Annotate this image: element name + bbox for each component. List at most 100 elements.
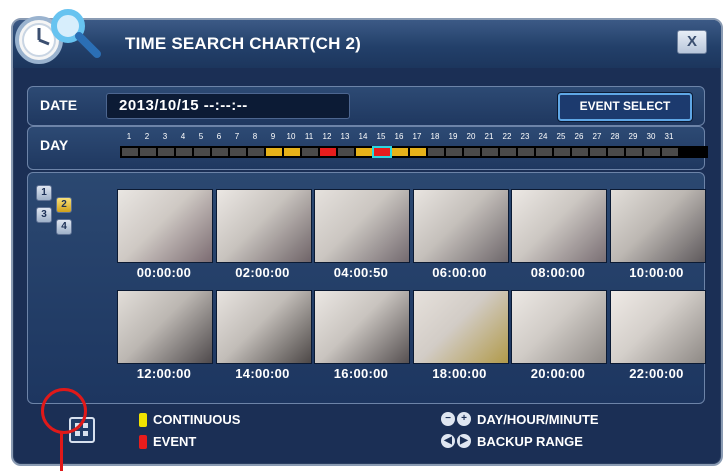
day-number-28: 28 (610, 132, 620, 141)
title-bar: TIME SEARCH CHART(CH 2) X (13, 9, 721, 68)
thumbnail-grid: 00:00:00 02:00:00 04:00:50 06:00:00 08:00:00… (117, 189, 706, 399)
day-cell-3[interactable] (158, 148, 174, 156)
day-cell-19[interactable] (446, 148, 462, 156)
day-number-20: 20 (466, 132, 476, 141)
highlight-annotation-ring (41, 388, 87, 434)
thumbnail-item[interactable]: 16:00:00 (314, 290, 410, 381)
day-cell-29[interactable] (626, 148, 642, 156)
thumbnail-item[interactable]: 04:00:50 (314, 189, 410, 280)
channel-2-button[interactable]: 2 (56, 197, 72, 213)
day-number-1: 1 (126, 132, 132, 141)
day-number-2: 2 (144, 132, 150, 141)
channel-1-button[interactable]: 1 (36, 185, 52, 201)
day-cell-1[interactable] (122, 148, 138, 156)
thumbnail-item[interactable]: 12:00:00 (117, 290, 213, 381)
window-title: TIME SEARCH CHART(CH 2) (125, 34, 361, 53)
day-number-25: 25 (556, 132, 566, 141)
thumbnail-time: 18:00:00 (432, 366, 487, 381)
day-cell-11[interactable] (302, 148, 318, 156)
camera-snapshot (215, 290, 312, 364)
thumbnail-item[interactable]: 18:00:00 (412, 290, 509, 381)
thumbnail-item[interactable]: 08:00:00 (511, 189, 607, 280)
thumbnail-item[interactable]: 06:00:00 (412, 189, 509, 280)
day-cell-12[interactable] (320, 148, 336, 156)
day-cell-22[interactable] (500, 148, 516, 156)
day-cell-21[interactable] (482, 148, 498, 156)
day-cell-14[interactable] (356, 148, 372, 156)
day-cell-17[interactable] (410, 148, 426, 156)
day-number-11: 11 (304, 132, 314, 141)
thumbnail-time: 04:00:50 (333, 265, 389, 280)
camera-snapshot (215, 189, 312, 263)
day-cell-13[interactable] (338, 148, 354, 156)
day-cell-25[interactable] (554, 148, 570, 156)
day-cell-26[interactable] (572, 148, 588, 156)
camera-snapshot (511, 290, 607, 364)
thumbnail-time: 08:00:00 (530, 265, 586, 280)
continuous-swatch (139, 413, 147, 427)
camera-snapshot (314, 189, 410, 263)
day-number-31: 31 (664, 132, 674, 141)
day-number-23: 23 (520, 132, 530, 141)
thumbnail-item[interactable]: 10:00:00 (609, 189, 706, 280)
day-number-15: 15 (376, 132, 386, 141)
day-cell-16[interactable] (392, 148, 408, 156)
day-cell-15[interactable] (372, 146, 392, 158)
annotation-pointer-line (60, 431, 63, 471)
day-recording-bar[interactable] (120, 146, 708, 158)
day-number-7: 7 (234, 132, 240, 141)
day-number-18: 18 (430, 132, 440, 141)
day-cell-10[interactable] (284, 148, 300, 156)
day-number-24: 24 (538, 132, 548, 141)
minus-icon: − (441, 412, 455, 426)
day-number-21: 21 (484, 132, 494, 141)
thumbnail-item[interactable]: 22:00:00 (609, 290, 706, 381)
day-cell-20[interactable] (464, 148, 480, 156)
day-cell-30[interactable] (644, 148, 660, 156)
thumbnail-item[interactable]: 20:00:00 (511, 290, 607, 381)
camera-snapshot (609, 290, 706, 364)
day-number-12: 12 (322, 132, 332, 141)
channel-3-button[interactable]: 3 (36, 207, 52, 223)
day-number-26: 26 (574, 132, 584, 141)
close-button[interactable]: X (677, 30, 707, 54)
event-select-button[interactable]: EVENT SELECT (558, 93, 692, 121)
time-search-window: TIME SEARCH CHART(CH 2) X DATE 2013/10/1… (11, 9, 723, 466)
date-label: DATE (40, 97, 78, 113)
day-number-scale: 1 2 3 4 5 6 7 8 9 10 11 12 13 14 15 16 17 18 19 20 21 22 23 24 2… (120, 132, 690, 144)
continuous-label: CONTINUOUS (153, 412, 241, 427)
day-cell-5[interactable] (194, 148, 210, 156)
day-number-16: 16 (394, 132, 404, 141)
rewind-icon: ◀ (441, 434, 455, 448)
day-cell-18[interactable] (428, 148, 444, 156)
day-cell-31[interactable] (662, 148, 678, 156)
thumbnail-item[interactable]: 00:00:00 (117, 189, 213, 280)
plus-icon: + (457, 412, 471, 426)
thumbnail-item[interactable]: 02:00:00 (215, 189, 312, 280)
day-cell-8[interactable] (248, 148, 264, 156)
day-number-6: 6 (216, 132, 222, 141)
day-number-9: 9 (270, 132, 276, 141)
thumbnail-time: 22:00:00 (629, 366, 684, 381)
day-cell-4[interactable] (176, 148, 192, 156)
day-cell-23[interactable] (518, 148, 534, 156)
day-label: DAY (40, 137, 69, 153)
day-cell-24[interactable] (536, 148, 552, 156)
date-value-field[interactable]: 2013/10/15 --:--:-- (106, 93, 350, 119)
day-cell-6[interactable] (212, 148, 228, 156)
day-cell-7[interactable] (230, 148, 246, 156)
thumbnail-time: 20:00:00 (530, 366, 586, 381)
day-cell-27[interactable] (590, 148, 606, 156)
thumbnail-item[interactable]: 14:00:00 (215, 290, 312, 381)
channel-4-button[interactable]: 4 (56, 219, 72, 235)
day-cell-2[interactable] (140, 148, 156, 156)
day-number-19: 19 (448, 132, 458, 141)
forward-icon: ▶ (457, 434, 471, 448)
day-number-10: 10 (286, 132, 296, 141)
day-cell-28[interactable] (608, 148, 624, 156)
camera-snapshot (117, 290, 213, 364)
day-row: DAY 1 2 3 4 5 6 7 8 9 10 11 12 13 14 15 16 17 18 19 20 21 22 2… (27, 126, 708, 170)
event-swatch (139, 435, 147, 449)
day-number-5: 5 (198, 132, 204, 141)
day-cell-9[interactable] (266, 148, 282, 156)
